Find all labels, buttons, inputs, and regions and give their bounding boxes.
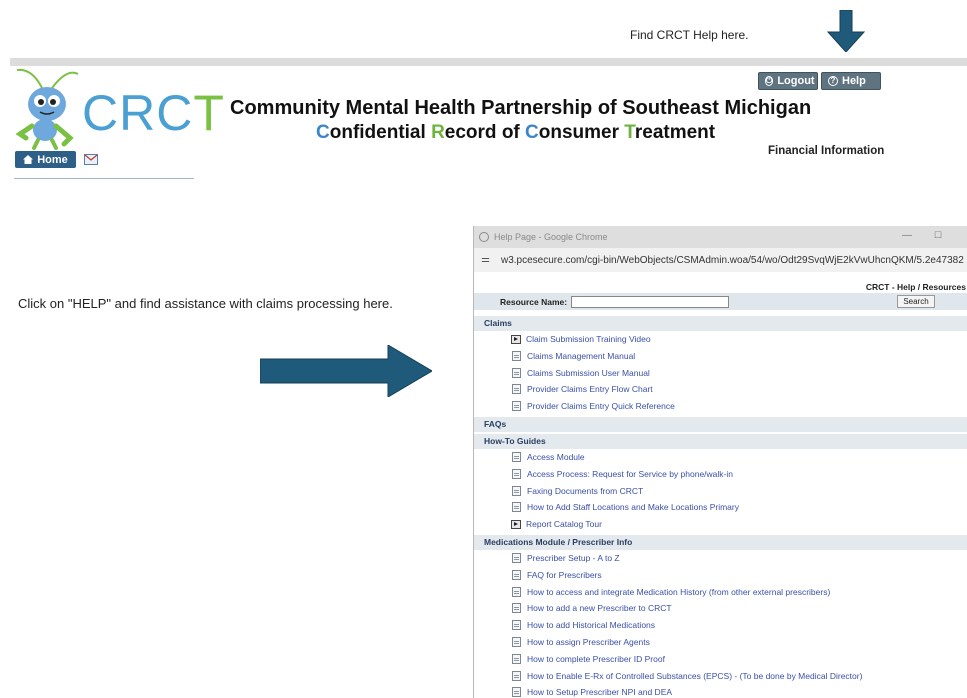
resource-link-label: Claims Management Manual	[527, 350, 636, 361]
document-icon	[512, 485, 521, 496]
resource-link-label: Access Module	[527, 452, 585, 462]
resource-link-label: Claims Submission User Manual	[527, 367, 650, 378]
document-icon	[512, 401, 521, 412]
document-icon	[512, 553, 521, 563]
instruction-text: Click on "HELP" and find assistance with…	[18, 296, 393, 311]
document-icon	[512, 350, 521, 361]
video-icon	[511, 519, 521, 529]
resource-link[interactable]: Claim Submission Training Video	[511, 332, 651, 346]
resource-link-label: Provider Claims Entry Flow Chart	[527, 384, 653, 395]
document-icon	[512, 653, 521, 664]
down-arrow-icon	[826, 10, 866, 52]
resource-link[interactable]: How to Enable E-Rx of Controlled Substan…	[512, 669, 862, 683]
document-icon	[512, 603, 521, 614]
resource-link[interactable]: Claims Management Manual	[512, 349, 635, 363]
resource-link[interactable]: Provider Claims Entry Flow Chart	[512, 382, 653, 396]
resource-link[interactable]: Report Catalog Tour	[511, 517, 602, 531]
help-page-header: CRCT - Help / Resources	[865, 282, 966, 292]
home-icon	[23, 155, 34, 164]
top-band	[10, 58, 967, 66]
page-subtitle: Confidential Record of Consumer Treatmen…	[316, 122, 716, 143]
chrome-icon	[479, 232, 489, 242]
search-row: Resource Name: Search	[474, 293, 967, 310]
mail-icon[interactable]	[84, 154, 98, 165]
resource-link[interactable]: Claims Submission User Manual	[512, 366, 650, 380]
document-icon	[512, 586, 521, 597]
resource-link[interactable]: How to add Historical Medications	[512, 618, 655, 632]
resource-link-label: How to add a new Prescriber to CRCT	[527, 603, 672, 614]
divider	[14, 178, 194, 179]
document-icon	[512, 687, 521, 698]
resource-link-label: Access Process: Request for Service by p…	[527, 468, 733, 479]
resource-link[interactable]: How to Setup Prescriber NPI and DEA	[512, 685, 672, 698]
resource-link-label: Faxing Documents from CRCT	[527, 485, 644, 496]
address-bar[interactable]: ⚌ w3.pcesecure.com/cgi-bin/WebObjects/CS…	[474, 248, 967, 272]
home-button[interactable]: Home	[15, 151, 76, 168]
resource-link[interactable]: How to complete Prescriber ID Proof	[512, 652, 665, 666]
resource-link-label: How to add Historical Medications	[527, 620, 656, 631]
help-browser-window: Help Page - Google Chrome — ☐ ⚌ w3.pcese…	[473, 226, 967, 698]
url-text: w3.pcesecure.com/cgi-bin/WebObjects/CSMA…	[501, 254, 964, 266]
video-icon	[511, 334, 521, 344]
resource-link[interactable]: Access Process: Request for Service by p…	[512, 467, 733, 481]
resource-link[interactable]: How to add a new Prescriber to CRCT	[512, 601, 672, 615]
search-label: Resource Name:	[500, 296, 568, 307]
document-icon	[512, 367, 521, 378]
document-icon	[512, 468, 521, 479]
document-icon	[512, 569, 521, 580]
section-header: Claims	[474, 316, 967, 331]
resource-link[interactable]: How to assign Prescriber Agents	[512, 635, 650, 649]
document-icon	[512, 620, 521, 631]
window-title: Help Page - Google Chrome	[494, 232, 608, 242]
document-icon	[512, 384, 521, 395]
resource-link-label: Claim Submission Training Video	[526, 334, 651, 344]
resource-link[interactable]: How to Add Staff Locations and Make Loca…	[512, 500, 739, 514]
resource-link-label: Prescriber Setup - A to Z	[527, 553, 620, 563]
search-button[interactable]: Search	[897, 295, 935, 308]
resource-link[interactable]: How to access and integrate Medication H…	[512, 585, 830, 599]
resource-link-label: How to assign Prescriber Agents	[527, 637, 650, 647]
resource-link-label: How to complete Prescriber ID Proof	[527, 653, 665, 664]
section-header: Medications Module / Prescriber Info	[474, 535, 967, 550]
right-arrow-icon	[260, 345, 432, 397]
site-settings-icon[interactable]: ⚌	[481, 255, 493, 265]
page-title: Community Mental Health Partnership of S…	[230, 97, 812, 119]
resource-link-label: How to access and integrate Medication H…	[527, 586, 831, 597]
document-icon	[512, 637, 521, 647]
section-header: FAQs	[474, 417, 967, 432]
resource-link[interactable]: Faxing Documents from CRCT	[512, 484, 643, 498]
crct-logo-text: CRCT	[82, 85, 225, 141]
maximize-icon[interactable]: ☐	[934, 230, 942, 241]
resource-link[interactable]: Provider Claims Entry Quick Reference	[512, 399, 675, 413]
resource-link-label: Report Catalog Tour	[526, 519, 602, 530]
resource-link-label: Provider Claims Entry Quick Reference	[527, 401, 675, 412]
resource-link-label: How to Setup Prescriber NPI and DEA	[527, 687, 673, 698]
resource-link-label: FAQ for Prescribers	[527, 569, 602, 580]
resource-link[interactable]: FAQ for Prescribers	[512, 568, 602, 582]
resource-link-label: How to Add Staff Locations and Make Loca…	[527, 502, 739, 513]
document-icon	[512, 670, 521, 681]
section-label: Financial Information	[768, 145, 885, 157]
resource-link[interactable]: Prescriber Setup - A to Z	[512, 551, 620, 565]
document-icon	[512, 502, 521, 513]
section-header: How-To Guides	[474, 434, 967, 449]
document-icon	[512, 452, 521, 462]
help-button[interactable]: ? Help	[821, 72, 881, 90]
minimize-icon[interactable]: —	[902, 230, 912, 241]
logout-button[interactable]: ⏻ Logout	[758, 72, 818, 90]
power-icon: ⏻	[765, 76, 774, 86]
resource-link[interactable]: Access Module	[512, 450, 585, 464]
help-note: Find CRCT Help here.	[630, 28, 749, 42]
resource-search-input[interactable]	[571, 295, 730, 308]
cricket-logo-icon	[15, 68, 79, 150]
window-titlebar: Help Page - Google Chrome — ☐	[474, 226, 967, 248]
resource-link-label: How to Enable E-Rx of Controlled Substan…	[527, 670, 863, 681]
question-icon: ?	[828, 76, 838, 86]
